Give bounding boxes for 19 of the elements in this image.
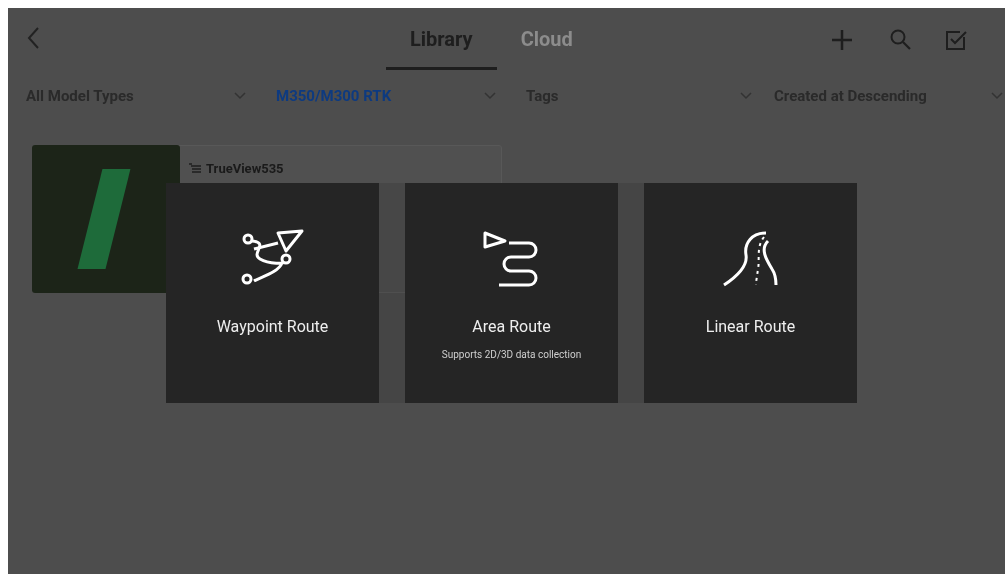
filter-dropdown[interactable]: M350/M300 RTK	[258, 76, 508, 116]
chevron-down-icon	[234, 92, 246, 100]
route-type-card[interactable]: Linear Route	[644, 183, 857, 403]
route-type-description: Supports 2D/3D data collection	[441, 348, 582, 362]
chevron-down-icon	[484, 92, 496, 100]
road-icon	[721, 229, 780, 289]
add-icon[interactable]	[831, 29, 853, 51]
chevron-down-icon	[991, 92, 1003, 100]
select-checkbox-icon[interactable]	[945, 29, 967, 51]
chevron-down-icon	[740, 92, 752, 100]
route-type-label: Linear Route	[705, 316, 796, 338]
route-type-label: Waypoint Route	[216, 316, 329, 338]
route-type-card[interactable]: Area Route Supports 2D/3D data collection	[405, 183, 618, 403]
route-type-label: Area Route	[472, 316, 551, 338]
search-icon[interactable]	[890, 29, 911, 50]
tab[interactable]: Cloud	[506, 8, 587, 70]
back-icon[interactable]	[26, 26, 40, 50]
route-type-card[interactable]: Waypoint Route	[166, 183, 379, 403]
route-icon	[188, 163, 202, 175]
